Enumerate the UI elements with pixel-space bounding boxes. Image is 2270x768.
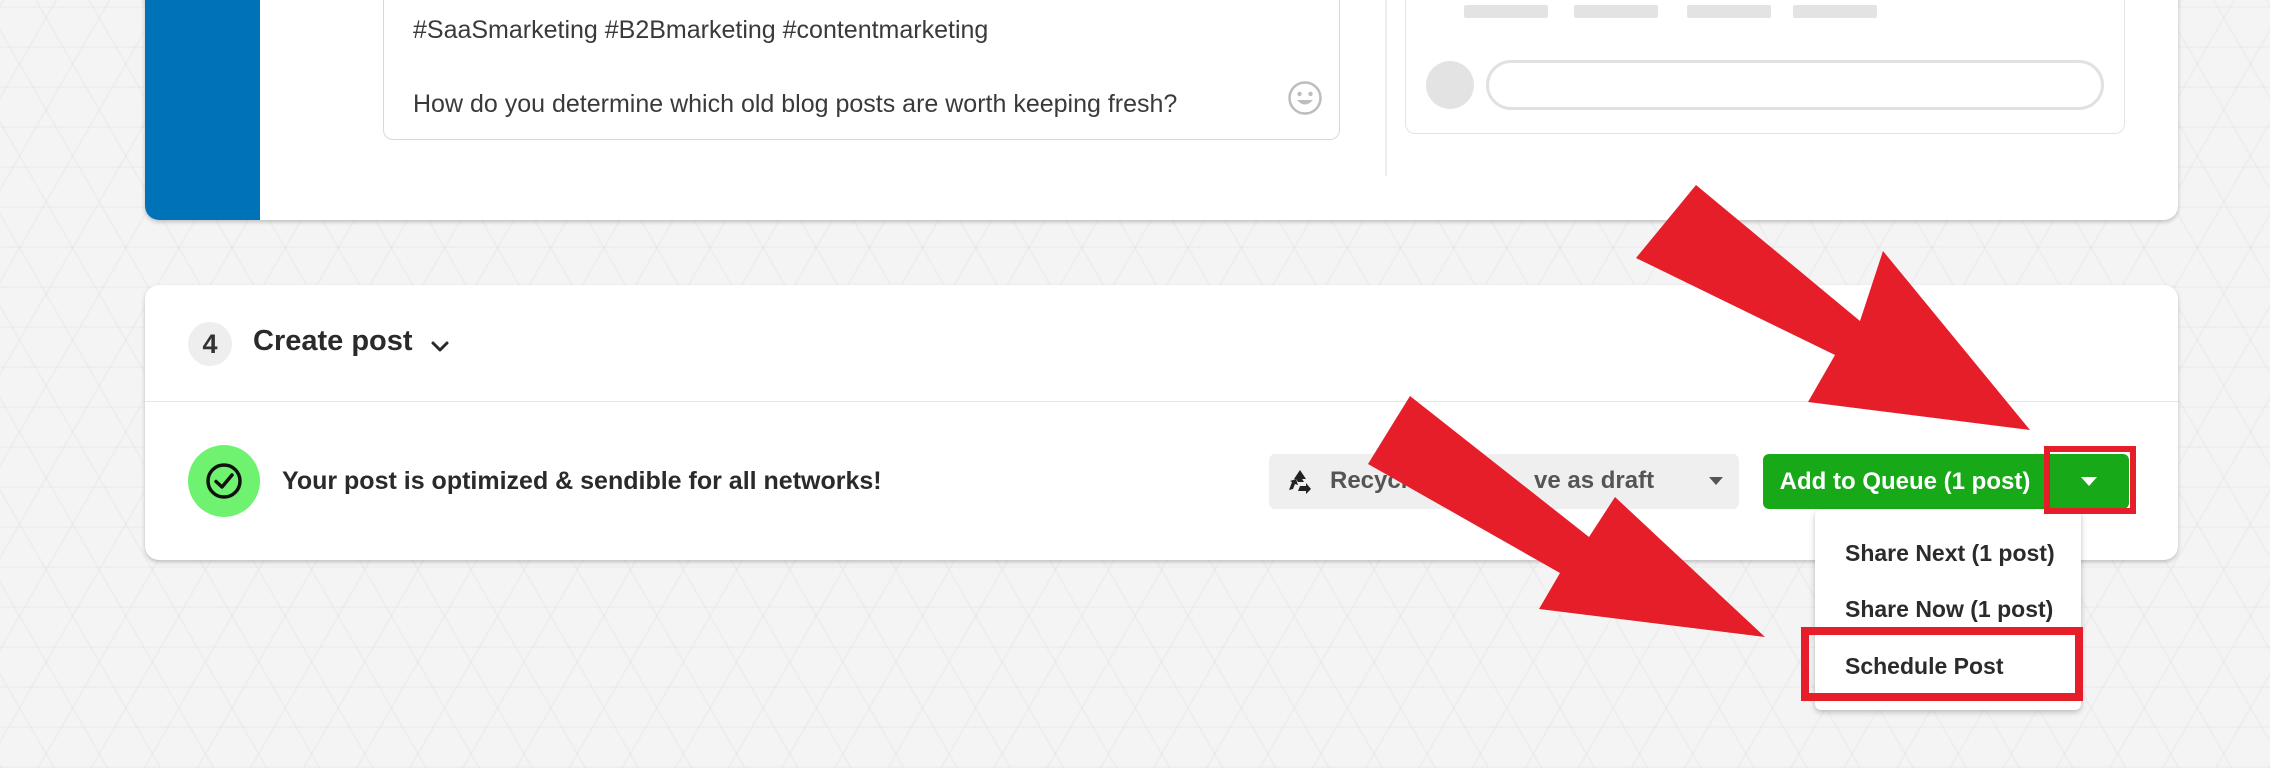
preview-placeholder-bar xyxy=(1687,5,1771,18)
section-title[interactable]: Create post xyxy=(253,325,413,358)
preview-placeholder-bar xyxy=(1464,5,1548,18)
menu-item-share-next[interactable]: Share Next (1 post) xyxy=(1845,540,2055,567)
caption-question: How do you determine which old blog post… xyxy=(413,90,1178,118)
status-message: Your post is optimized & sendible for al… xyxy=(282,467,882,495)
preview-placeholder-bar xyxy=(1574,5,1658,18)
queue-options-dropdown-button[interactable] xyxy=(2049,454,2129,509)
add-to-queue-button[interactable]: Add to Queue (1 post) xyxy=(1763,454,2047,509)
caption-hashtags: #SaaSmarketing #B2Bmarketing #contentmar… xyxy=(413,16,989,44)
queue-options-menu: Share Next (1 post) Share Now (1 post) S… xyxy=(1815,510,2081,710)
check-circle-icon xyxy=(206,463,242,499)
caret-down-icon xyxy=(2081,477,2097,486)
emoji-icon[interactable] xyxy=(1287,80,1323,116)
post-preview xyxy=(1405,0,2125,134)
menu-item-share-now[interactable]: Share Now (1 post) xyxy=(1845,596,2053,623)
composer-card: #SaaSmarketing #B2Bmarketing #contentmar… xyxy=(145,0,2178,220)
caret-down-icon[interactable] xyxy=(1709,476,1723,486)
menu-item-schedule-post[interactable]: Schedule Post xyxy=(1845,653,2003,680)
recycle-save-draft-button[interactable]: Recycle ve as draft xyxy=(1269,454,1739,509)
preview-comment-placeholder xyxy=(1486,60,2104,110)
section-divider xyxy=(145,401,2178,402)
network-accent-bar xyxy=(145,0,260,220)
status-ok-badge xyxy=(188,445,260,517)
recycle-label: Recycle xyxy=(1330,467,1421,494)
preview-placeholder-bar xyxy=(1793,5,1877,18)
save-as-draft-label: ve as draft xyxy=(1534,467,1655,494)
chevron-down-icon[interactable] xyxy=(429,335,451,357)
caption-editor[interactable]: #SaaSmarketing #B2Bmarketing #contentmar… xyxy=(383,0,1340,140)
recycle-icon xyxy=(1289,470,1311,494)
preview-divider xyxy=(1385,0,1387,176)
step-number-badge: 4 xyxy=(188,322,232,366)
preview-avatar-placeholder xyxy=(1426,61,1474,109)
